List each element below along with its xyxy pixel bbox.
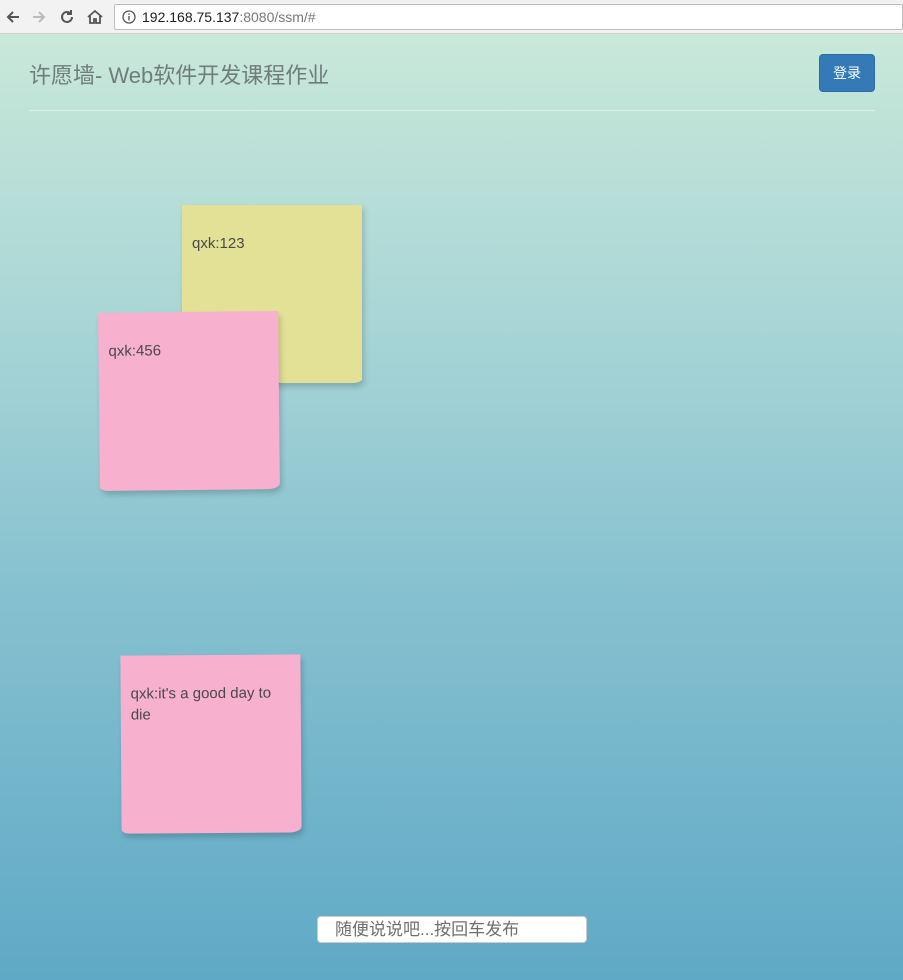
wish-note-text: qxk:123 <box>192 235 245 252</box>
wish-input[interactable]: 随便说说吧...按回车发布 <box>317 916 587 943</box>
login-button[interactable]: 登录 <box>819 54 875 92</box>
info-icon[interactable] <box>122 10 136 24</box>
page-title: 许愿墙- Web软件开发课程作业 <box>29 63 330 88</box>
wish-note[interactable]: qxk:456 <box>98 311 280 491</box>
reload-icon[interactable] <box>56 6 78 28</box>
url-host: 192.168.75.137 <box>142 9 240 25</box>
browser-toolbar: 192.168.75.137:8080/ssm/# <box>0 0 903 34</box>
wish-note[interactable]: qxk:it's a good day to die <box>120 654 302 834</box>
url-path: :8080/ssm/# <box>239 9 316 25</box>
wish-note-text: qxk:456 <box>108 342 162 360</box>
wish-wall-page: 许愿墙- Web软件开发课程作业 登录 qxk:123 qxk:456 qxk:… <box>0 34 903 980</box>
back-icon[interactable] <box>2 6 24 28</box>
address-bar[interactable]: 192.168.75.137:8080/ssm/# <box>114 4 903 30</box>
forward-icon[interactable] <box>28 6 50 28</box>
wish-note-text: qxk:it's a good day to die <box>130 684 272 724</box>
header-divider <box>29 110 875 111</box>
home-icon[interactable] <box>84 6 106 28</box>
